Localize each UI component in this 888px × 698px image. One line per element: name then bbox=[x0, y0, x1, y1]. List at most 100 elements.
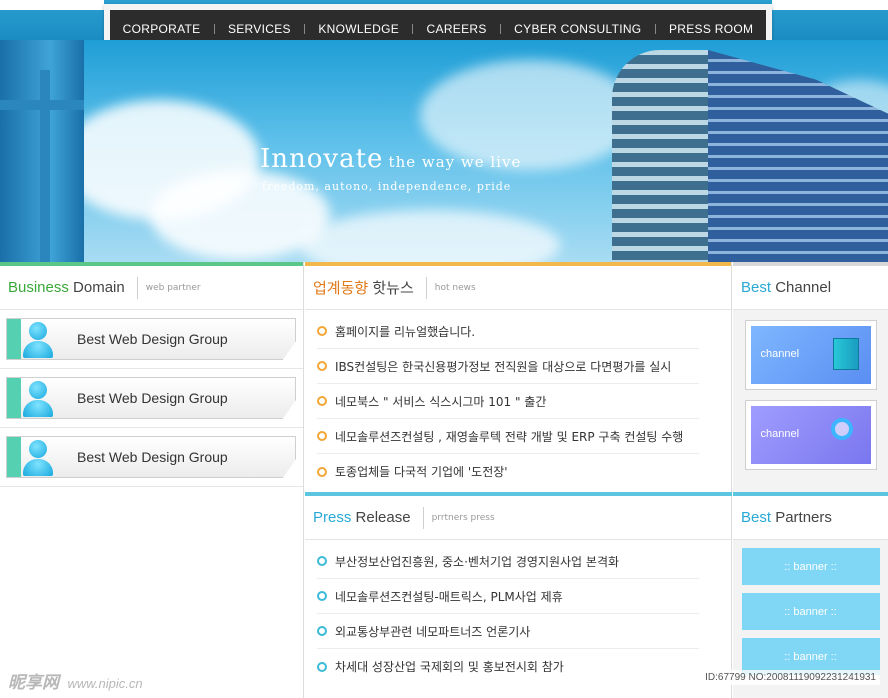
person-icon-head bbox=[29, 322, 47, 340]
circle-bullet-icon bbox=[317, 556, 327, 566]
cloud bbox=[300, 210, 560, 262]
list-item[interactable]: 네모북스 " 서비스 식스시그마 101 " 출간 bbox=[317, 384, 699, 419]
plate-fold bbox=[282, 400, 296, 420]
tower-front bbox=[612, 50, 708, 262]
person-icon bbox=[23, 440, 53, 476]
server-cube-icon bbox=[832, 338, 859, 370]
nav-knowledge[interactable]: KNOWLEDGE bbox=[318, 22, 399, 36]
hero-subline: freedom, autono, independence, pride bbox=[262, 180, 512, 193]
title-accent: Press bbox=[313, 509, 352, 526]
business-domain-section: Business Domain web partner Best Web Des… bbox=[0, 262, 304, 698]
hero-headline-suffix: the way we live bbox=[388, 153, 522, 171]
partner-banner[interactable]: :: banner :: bbox=[741, 593, 880, 630]
circle-bullet-icon bbox=[317, 591, 327, 601]
business-item-button[interactable]: Best Web Design Group bbox=[6, 377, 296, 420]
list-item-text: 네모북스 " 서비스 식스시그마 101 " 출간 bbox=[335, 394, 547, 409]
section-title: Best Channel bbox=[741, 279, 831, 296]
best-partners-section: Best Partners :: banner :: :: banner :: … bbox=[733, 492, 888, 675]
list-item-text: 네모솔루션즈컨설팅-매트릭스, PLM사업 제휴 bbox=[335, 589, 563, 604]
nav-separator bbox=[654, 24, 656, 34]
watermark-id: ID:67799 NO:20081119092231241931 bbox=[701, 670, 880, 685]
watermark-logo-text: 昵享网 bbox=[8, 673, 59, 692]
title-accent: Best bbox=[741, 509, 772, 526]
business-item: Best Web Design Group bbox=[0, 428, 303, 487]
business-item-button[interactable]: Best Web Design Group bbox=[6, 436, 296, 479]
hero-headline: Innovate bbox=[260, 144, 384, 174]
circle-bullet-icon bbox=[317, 431, 327, 441]
title-rest: Domain bbox=[73, 279, 125, 296]
list-item-text: IBS컨설팅은 한국신용평가정보 전직원을 대상으로 다면평가를 실시 bbox=[335, 359, 672, 374]
person-icon-body bbox=[23, 341, 53, 358]
list-item[interactable]: 네모솔루션즈컨설팅-매트릭스, PLM사업 제휴 bbox=[317, 579, 699, 614]
list-item[interactable]: 토종업체들 다국적 기업에 '도전장' bbox=[317, 454, 699, 489]
building-beam bbox=[0, 100, 84, 110]
list-item-text: 홈페이지를 리뉴얼했습니다. bbox=[335, 324, 476, 339]
section-title: Best Partners bbox=[741, 509, 832, 526]
title-accent: Best bbox=[741, 279, 772, 296]
nav-separator bbox=[499, 24, 501, 34]
channel-panel: channel bbox=[750, 406, 871, 464]
list-item[interactable]: 외교통상부관련 네모파트너즈 언론기사 bbox=[317, 614, 699, 649]
person-icon bbox=[23, 322, 53, 358]
circle-bullet-icon bbox=[317, 396, 327, 406]
list-item[interactable]: 차세대 성장산업 국제회의 및 홍보전시회 참가 bbox=[317, 649, 699, 684]
business-item-label: Best Web Design Group bbox=[77, 449, 228, 465]
right-column: Best Channel channel channel Best Partne… bbox=[733, 262, 888, 698]
section-title: Business Domain bbox=[8, 279, 125, 296]
circle-bullet-icon bbox=[317, 661, 327, 672]
hero-banner: Innovate the way we live freedom, autono… bbox=[0, 40, 888, 262]
title-rest: Partners bbox=[775, 509, 832, 526]
person-icon-body bbox=[23, 459, 53, 476]
building-beam bbox=[40, 70, 50, 262]
news-column: 업계동향 핫뉴스 hot news 홈페이지를 리뉴얼했습니다. IBS컨설팅은… bbox=[305, 262, 732, 698]
list-item[interactable]: IBS컨설팅은 한국신용평가정보 전직원을 대상으로 다면평가를 실시 bbox=[317, 349, 699, 384]
plate-fold bbox=[282, 459, 296, 479]
section-header: Press Release prrtners press bbox=[305, 496, 732, 540]
nav-separator bbox=[213, 24, 215, 34]
nav-cyber-consulting[interactable]: CYBER CONSULTING bbox=[514, 22, 641, 36]
circle-bullet-icon bbox=[317, 326, 327, 336]
section-header: 업계동향 핫뉴스 hot news bbox=[305, 266, 731, 310]
header-divider bbox=[422, 506, 424, 529]
business-item-button[interactable]: Best Web Design Group bbox=[6, 318, 296, 361]
list-item-text: 부산정보산업진흥원, 중소·벤처기업 경영지원사업 본격화 bbox=[335, 554, 620, 569]
channel-button[interactable]: channel bbox=[744, 400, 877, 470]
channel-panel: channel bbox=[750, 326, 871, 384]
list-item[interactable]: 홈페이지를 리뉴얼했습니다. bbox=[317, 314, 699, 349]
person-icon-head bbox=[29, 381, 47, 399]
plate-edge bbox=[7, 437, 21, 477]
nav-press-room[interactable]: PRESS ROOM bbox=[669, 22, 753, 36]
tower-side bbox=[708, 50, 888, 262]
nav-careers[interactable]: CAREERS bbox=[427, 22, 487, 36]
hot-news-list: 홈페이지를 리뉴얼했습니다. IBS컨설팅은 한국신용평가정보 전직원을 대상으… bbox=[305, 310, 731, 489]
press-release-list: 부산정보산업진흥원, 중소·벤처기업 경영지원사업 본격화 네모솔루션즈컨설팅-… bbox=[305, 540, 732, 684]
circle-bullet-icon bbox=[317, 626, 327, 636]
list-item[interactable]: 네모솔루션즈컨설팅 , 재영솔루텍 전략 개발 및 ERP 구축 컨설팅 수행 bbox=[317, 419, 699, 454]
person-icon-body bbox=[23, 400, 53, 417]
press-release-section: Press Release prrtners press 부산정보산업진흥원, … bbox=[305, 492, 732, 684]
nav-separator bbox=[304, 24, 306, 34]
title-accent: 업계동향 bbox=[313, 280, 369, 297]
channel-label: channel bbox=[760, 428, 800, 440]
section-title: Press Release bbox=[313, 509, 411, 526]
building-left-image bbox=[0, 40, 84, 262]
list-item-text: 차세대 성장산업 국제회의 및 홍보전시회 참가 bbox=[335, 660, 564, 674]
nav-corporate[interactable]: CORPORATE bbox=[123, 22, 201, 36]
nav-services[interactable]: SERVICES bbox=[228, 22, 291, 36]
plate-edge bbox=[7, 378, 21, 418]
watermark-url: www.nipic.cn bbox=[67, 676, 143, 691]
business-item-label: Best Web Design Group bbox=[77, 390, 228, 406]
section-subtitle: hot news bbox=[434, 282, 476, 293]
partner-banner[interactable]: :: banner :: bbox=[741, 548, 880, 585]
hero-tagline: Innovate the way we live freedom, autono… bbox=[260, 144, 522, 193]
magnifier-icon bbox=[830, 418, 853, 440]
business-item-label: Best Web Design Group bbox=[77, 331, 228, 347]
top-band-notch-right bbox=[772, 0, 888, 10]
tower-building-image bbox=[612, 50, 888, 262]
nav-separator bbox=[412, 24, 414, 34]
person-icon-head bbox=[29, 440, 47, 458]
channel-button[interactable]: channel bbox=[744, 320, 877, 390]
list-item[interactable]: 부산정보산업진흥원, 중소·벤처기업 경영지원사업 본격화 bbox=[317, 544, 699, 579]
list-item-text: 외교통상부관련 네모파트너즈 언론기사 bbox=[335, 624, 531, 639]
title-accent: Business bbox=[8, 279, 69, 296]
